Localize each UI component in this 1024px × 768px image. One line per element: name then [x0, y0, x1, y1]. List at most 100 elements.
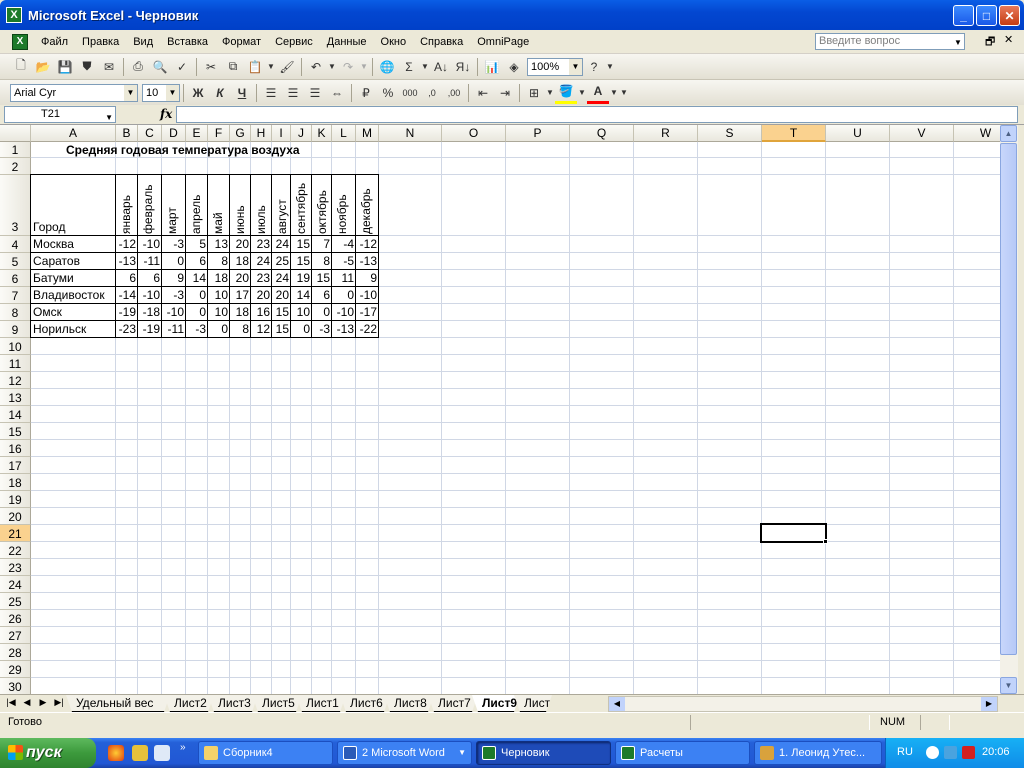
header-month[interactable]: март: [162, 178, 185, 234]
column-header-A[interactable]: A: [31, 125, 116, 142]
row-header-10[interactable]: 10: [0, 338, 31, 355]
temperature-cell[interactable]: -14: [116, 287, 138, 303]
row-header-3[interactable]: 3: [0, 175, 31, 236]
underline-button[interactable]: Ч: [231, 82, 253, 104]
print-preview-icon[interactable]: 🔍: [149, 56, 171, 78]
row-header-21[interactable]: 21: [0, 525, 31, 542]
copy-icon[interactable]: ⧉: [222, 56, 244, 78]
email-icon[interactable]: ✉: [98, 56, 120, 78]
city-cell[interactable]: Москва: [31, 236, 116, 252]
temperature-cell[interactable]: 10: [208, 304, 230, 320]
header-month[interactable]: январь: [116, 178, 137, 234]
temperature-cell[interactable]: 10: [208, 287, 230, 303]
task-player[interactable]: 1. Леонид Утес...: [754, 741, 882, 765]
start-button[interactable]: пуск: [0, 738, 96, 768]
temperature-cell[interactable]: 0: [162, 253, 186, 269]
name-box-dropdown-icon[interactable]: ▼: [105, 110, 113, 125]
temperature-cell[interactable]: 0: [291, 321, 312, 337]
font-size-select[interactable]: 10 ▼: [142, 83, 180, 102]
column-header-F[interactable]: F: [208, 125, 230, 142]
menu-insert[interactable]: Вставка: [160, 31, 215, 53]
maximize-button[interactable]: □: [976, 5, 997, 26]
table-title[interactable]: Средняя годовая температура воздуха: [66, 142, 300, 158]
temperature-cell[interactable]: 7: [312, 236, 332, 252]
temperature-cell[interactable]: 6: [312, 287, 332, 303]
temperature-cell[interactable]: 10: [291, 304, 312, 320]
scroll-down-icon[interactable]: ▼: [1000, 677, 1017, 694]
name-box[interactable]: T21 ▼: [4, 106, 116, 123]
task-chernovik[interactable]: Черновик: [476, 741, 611, 765]
bold-button[interactable]: Ж: [187, 82, 209, 104]
temperature-cell[interactable]: 0: [208, 321, 230, 337]
row-header-8[interactable]: 8: [0, 304, 31, 321]
font-color-dropdown-icon[interactable]: ▼: [609, 82, 619, 104]
temperature-cell[interactable]: 15: [272, 304, 291, 320]
column-header-K[interactable]: K: [312, 125, 332, 142]
worksheet-grid[interactable]: ABCDEFGHIJKLMNOPQRSTUVW 1 2 3 4 5 6 7 8 9 10 11 12 1…: [0, 125, 1000, 694]
temperature-cell[interactable]: -11: [162, 321, 186, 337]
temperature-cell[interactable]: -3: [312, 321, 332, 337]
temperature-cell[interactable]: 18: [208, 270, 230, 286]
new-icon[interactable]: 🗋: [10, 56, 32, 78]
open-icon[interactable]: 📂: [32, 56, 54, 78]
row-header-7[interactable]: 7: [0, 287, 31, 304]
sort-descending-icon[interactable]: Я↓: [452, 56, 474, 78]
paste-icon[interactable]: 📋: [244, 56, 266, 78]
city-cell[interactable]: Владивосток: [31, 287, 116, 303]
select-all-corner[interactable]: [0, 125, 31, 142]
column-header-I[interactable]: I: [272, 125, 291, 142]
sheet-tab-1[interactable]: Удельный вес: [66, 695, 170, 712]
temperature-cell[interactable]: -3: [162, 236, 186, 252]
redo-icon[interactable]: ↷: [337, 56, 359, 78]
temperature-cell[interactable]: 16: [251, 304, 272, 320]
temperature-cell[interactable]: 8: [312, 253, 332, 269]
row-header-24[interactable]: 24: [0, 576, 31, 593]
help-icon[interactable]: ?: [583, 56, 605, 78]
task-word[interactable]: 2 Microsoft Word ▼: [337, 741, 472, 765]
temperature-cell[interactable]: 6: [186, 253, 208, 269]
column-header-H[interactable]: H: [251, 125, 272, 142]
menu-edit[interactable]: Правка: [75, 31, 126, 53]
menu-window[interactable]: Окно: [374, 31, 414, 53]
close-doc-icon[interactable]: ✕: [1004, 33, 1013, 46]
task-raschety[interactable]: Расчеты: [615, 741, 750, 765]
temperature-cell[interactable]: -13: [356, 253, 379, 269]
menu-data[interactable]: Данные: [320, 31, 374, 53]
workbook-icon[interactable]: X: [12, 33, 28, 50]
temperature-cell[interactable]: 9: [162, 270, 186, 286]
fill-color-dropdown-icon[interactable]: ▼: [577, 82, 587, 104]
sheet-tab-3[interactable]: Лист3: [208, 695, 258, 712]
merge-center-icon[interactable]: ⇔: [326, 82, 348, 104]
quicklaunch-app-icon[interactable]: [132, 745, 148, 761]
temperature-cell[interactable]: -5: [332, 253, 356, 269]
temperature-cell[interactable]: -13: [332, 321, 356, 337]
menu-file[interactable]: Файл: [34, 31, 75, 53]
row-header-23[interactable]: 23: [0, 559, 31, 576]
redo-dropdown-icon[interactable]: ▼: [359, 56, 369, 78]
row-header-26[interactable]: 26: [0, 610, 31, 627]
increase-indent-icon[interactable]: ⇥: [494, 82, 516, 104]
column-header-G[interactable]: G: [230, 125, 251, 142]
city-cell[interactable]: Батуми: [31, 270, 116, 286]
column-header-U[interactable]: U: [826, 125, 890, 142]
column-header-Q[interactable]: Q: [570, 125, 634, 142]
font-color-icon[interactable]: A: [587, 82, 609, 104]
temperature-cell[interactable]: 20: [230, 236, 251, 252]
row-header-13[interactable]: 13: [0, 389, 31, 406]
row-header-2[interactable]: 2: [0, 158, 31, 175]
city-cell[interactable]: Саратов: [31, 253, 116, 269]
temperature-cell[interactable]: 6: [138, 270, 162, 286]
sheet-tab-8[interactable]: Лист7: [428, 695, 478, 712]
temperature-cell[interactable]: 8: [230, 321, 251, 337]
menu-format[interactable]: Формат: [215, 31, 268, 53]
font-dropdown-icon[interactable]: ▼: [124, 84, 137, 101]
minimize-button[interactable]: _: [953, 5, 974, 26]
menu-view[interactable]: Вид: [126, 31, 160, 53]
temperature-cell[interactable]: 18: [230, 253, 251, 269]
temperature-cell[interactable]: 14: [291, 287, 312, 303]
column-header-O[interactable]: O: [442, 125, 506, 142]
spelling-icon[interactable]: ✓: [171, 56, 193, 78]
currency-icon[interactable]: ₽: [355, 82, 377, 104]
temperature-cell[interactable]: 19: [291, 270, 312, 286]
temperature-cell[interactable]: -22: [356, 321, 379, 337]
